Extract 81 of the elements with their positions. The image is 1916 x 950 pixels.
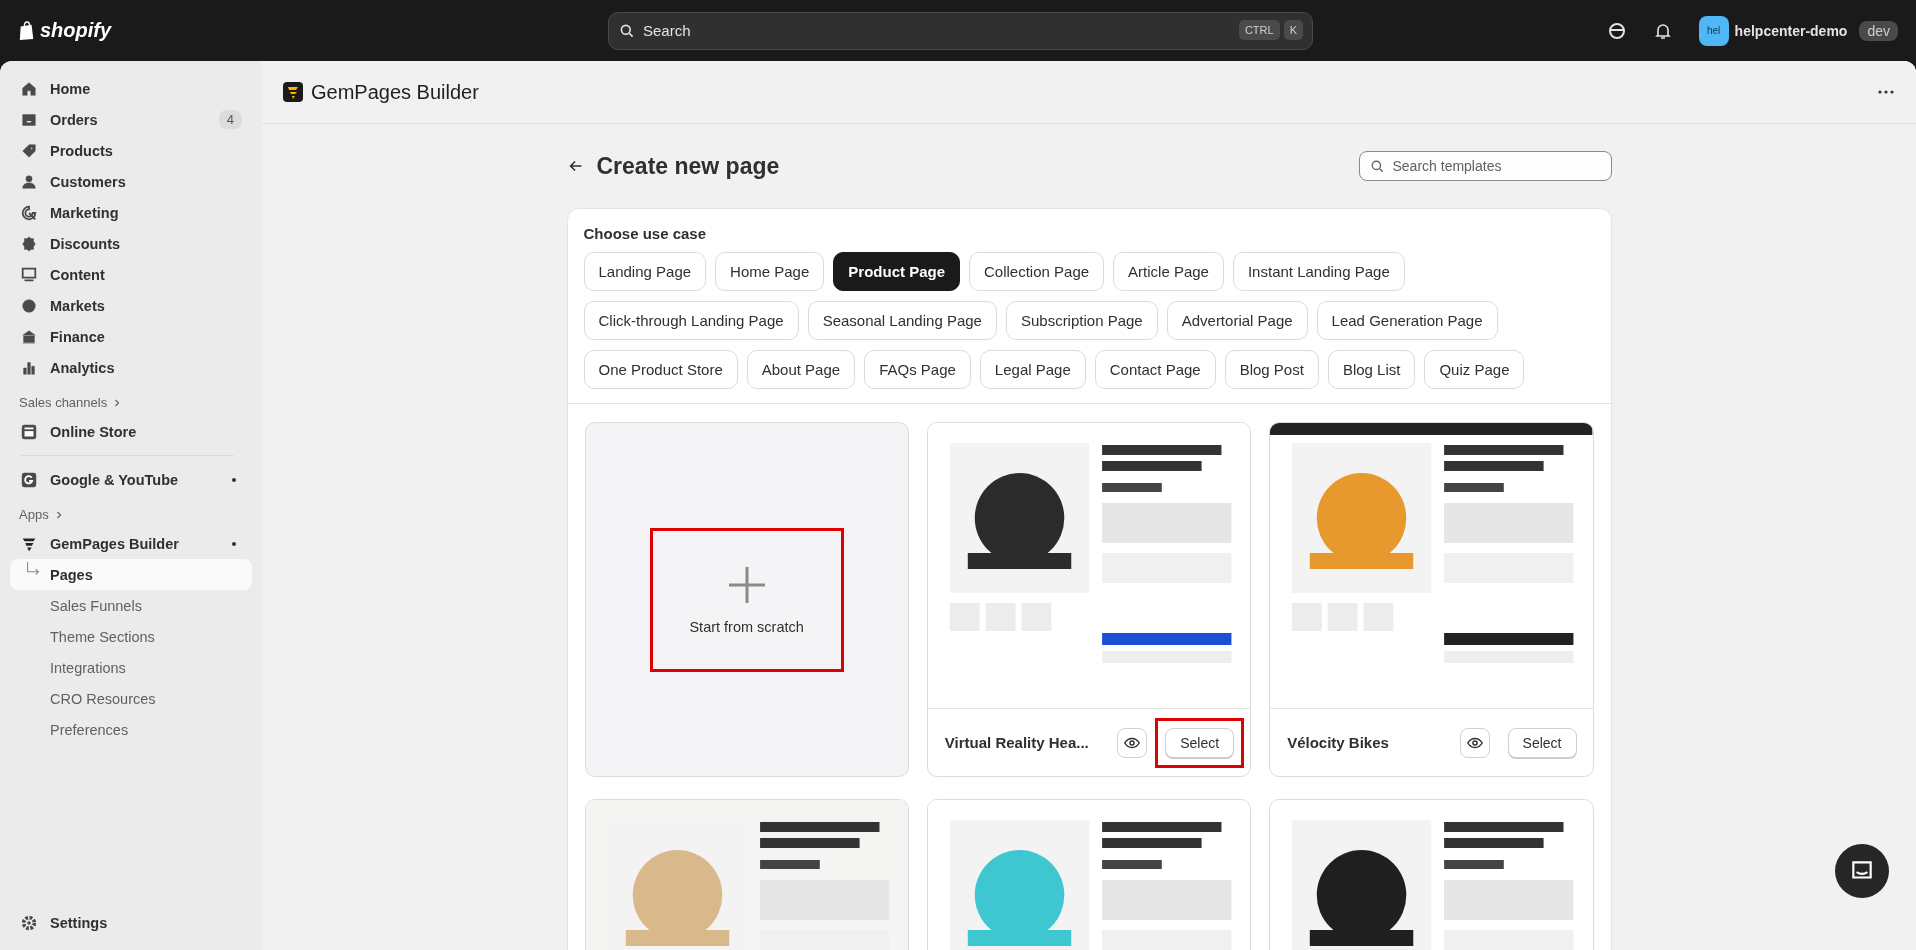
nav-item[interactable]: Content — [10, 259, 252, 290]
filter-chip[interactable]: Lead Generation Page — [1316, 301, 1498, 340]
avatar[interactable]: hel — [1698, 15, 1729, 46]
template-card[interactable]: Vélocity Bikes Select — [1269, 422, 1594, 777]
nav-item[interactable]: Settings — [10, 907, 252, 938]
template-name: Virtual Reality Hea... — [944, 734, 1090, 751]
status-dot — [232, 477, 236, 482]
plus-icon — [726, 564, 767, 605]
filter-chip[interactable]: Landing Page — [583, 252, 707, 291]
template-card[interactable]: Virtual Reality Hea... Select — [926, 422, 1252, 777]
filter-chip[interactable]: About Page — [746, 350, 856, 389]
count-badge: 4 — [218, 110, 242, 129]
chat-button[interactable] — [1835, 844, 1889, 898]
shopify-logo[interactable]: shopify — [40, 19, 112, 42]
nav-item[interactable]: Home — [10, 73, 252, 104]
sub-nav-item[interactable]: Theme Sections — [10, 621, 252, 652]
blank-template-card[interactable]: Start from scratch — [584, 422, 909, 777]
filter-chip[interactable]: Seasonal Landing Page — [807, 301, 997, 340]
nav-item[interactable]: Markets — [10, 290, 252, 321]
nav-icon — [20, 296, 38, 315]
filter-chip[interactable]: Instant Landing Page — [1232, 252, 1405, 291]
nav-item[interactable]: Products — [10, 135, 252, 166]
nav-item[interactable]: GemPages Builder — [10, 528, 252, 559]
store-tag: dev — [1859, 20, 1898, 41]
google-icon — [20, 470, 38, 489]
filter-chip[interactable]: One Product Store — [583, 350, 738, 389]
nav-item[interactable]: Discounts — [10, 228, 252, 259]
sub-nav-item[interactable]: Preferences — [10, 714, 252, 745]
nav-icon — [20, 172, 38, 191]
status-dot — [232, 541, 236, 546]
chevron-right-icon — [55, 510, 62, 519]
search-field[interactable]: Search templates — [1358, 151, 1612, 181]
filter-chip[interactable]: Contact Page — [1094, 350, 1216, 389]
chevron-right-icon — [114, 398, 121, 407]
nav-icon — [20, 203, 38, 222]
select-button[interactable]: Select — [1165, 727, 1235, 758]
nav-icon — [20, 141, 38, 160]
preview-button[interactable] — [1459, 727, 1490, 758]
nav-item[interactable]: Analytics — [10, 352, 252, 383]
filter-chip[interactable]: Product Page — [833, 252, 960, 291]
preview-button[interactable] — [1117, 727, 1148, 758]
filter-chip[interactable]: Article Page — [1113, 252, 1224, 291]
nav-item[interactable]: Customers — [10, 166, 252, 197]
sub-nav-item[interactable]: Integrations — [10, 652, 252, 683]
search-icon — [1369, 159, 1385, 174]
filter-chip[interactable]: Quiz Page — [1424, 350, 1525, 389]
filter-chip[interactable]: Legal Page — [979, 350, 1086, 389]
nav-icon — [20, 234, 38, 253]
sub-nav-item[interactable]: CRO Resources — [10, 683, 252, 714]
nav-icon — [20, 79, 38, 98]
nav-item[interactable]: Orders 4 — [10, 104, 252, 135]
app-title: GemPages Builder — [311, 80, 479, 104]
nav-item[interactable]: Finance — [10, 321, 252, 352]
filter-chip[interactable]: Collection Page — [969, 252, 1105, 291]
app-logo-icon — [283, 82, 303, 102]
settings-icon — [20, 913, 38, 932]
search-icon — [619, 22, 635, 39]
sub-nav-item[interactable]: Sales Funnels — [10, 590, 252, 621]
section-heading[interactable]: Sales channels — [10, 395, 252, 410]
store-name[interactable]: helpcenter-demo — [1734, 22, 1848, 39]
nav-icon — [20, 265, 38, 284]
filter-chip[interactable]: Home Page — [715, 252, 825, 291]
nav-item[interactable]: Google & YouTube — [10, 464, 252, 495]
filter-chip[interactable]: Click-through Landing Page — [583, 301, 799, 340]
card-label: Start from scratch — [689, 618, 804, 635]
shopping-bag-icon — [18, 20, 36, 41]
nav-icon — [20, 327, 38, 346]
filter-chip[interactable]: Advertorial Page — [1166, 301, 1308, 340]
template-name: Vélocity Bikes — [1287, 734, 1390, 751]
filter-chip[interactable]: Blog Post — [1224, 350, 1319, 389]
nav-item[interactable]: Marketing — [10, 197, 252, 228]
select-button[interactable]: Select — [1507, 727, 1577, 758]
section-heading: Choose use case — [583, 225, 708, 242]
page-title: Create new page — [596, 152, 780, 180]
filter-chip[interactable]: Blog List — [1327, 350, 1416, 389]
nav-item[interactable]: Online Store — [10, 416, 252, 447]
store-icon — [20, 422, 38, 441]
section-heading[interactable]: Apps — [10, 507, 252, 522]
filter-chip[interactable]: FAQs Page — [864, 350, 971, 389]
sub-nav-item[interactable]: Pages — [10, 559, 252, 590]
filter-chip[interactable]: Subscription Page — [1005, 301, 1158, 340]
